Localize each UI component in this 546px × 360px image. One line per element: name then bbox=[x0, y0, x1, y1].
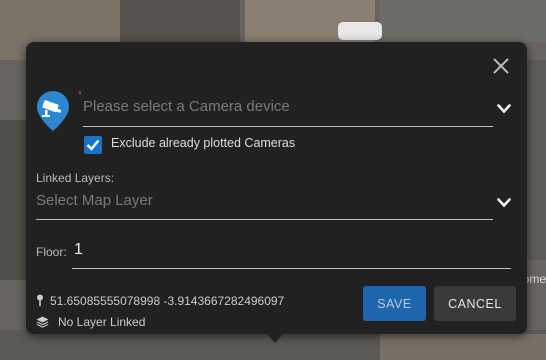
map-layer-placeholder: Select Map Layer bbox=[36, 192, 153, 209]
floor-input-underline bbox=[72, 268, 511, 269]
linked-layers-label: Linked Layers: bbox=[36, 171, 115, 185]
add-camera-dialog: * Please select a Camera device Exclude … bbox=[26, 42, 527, 334]
camera-marker-icon bbox=[37, 91, 69, 131]
save-button[interactable]: SAVE bbox=[363, 286, 426, 321]
exclude-plotted-checkbox[interactable] bbox=[84, 136, 102, 154]
floor-input[interactable]: 1 bbox=[74, 241, 83, 259]
chevron-down-icon[interactable] bbox=[497, 104, 511, 114]
dialog-pointer bbox=[267, 334, 283, 343]
exclude-plotted-label: Exclude already plotted Cameras bbox=[111, 136, 296, 150]
camera-select-placeholder: Please select a Camera device bbox=[83, 98, 290, 115]
map-layer-select[interactable]: Select Map Layer bbox=[36, 192, 493, 220]
pin-icon bbox=[37, 294, 43, 306]
chevron-down-icon[interactable] bbox=[497, 198, 511, 208]
layers-icon bbox=[36, 316, 49, 328]
camera-device-select[interactable]: Please select a Camera device bbox=[83, 98, 493, 127]
cancel-button[interactable]: CANCEL bbox=[434, 286, 516, 321]
layer-status: No Layer Linked bbox=[36, 315, 145, 329]
close-icon[interactable] bbox=[491, 56, 511, 76]
layer-status-text: No Layer Linked bbox=[58, 315, 146, 329]
required-marker: * bbox=[78, 90, 82, 101]
location-coordinates: 51.65085555078998 -3.9143667282496097 bbox=[36, 294, 284, 308]
coordinates-text: 51.65085555078998 -3.9143667282496097 bbox=[50, 294, 285, 308]
checkmark-icon bbox=[86, 139, 100, 151]
floor-label: Floor: bbox=[36, 245, 67, 259]
